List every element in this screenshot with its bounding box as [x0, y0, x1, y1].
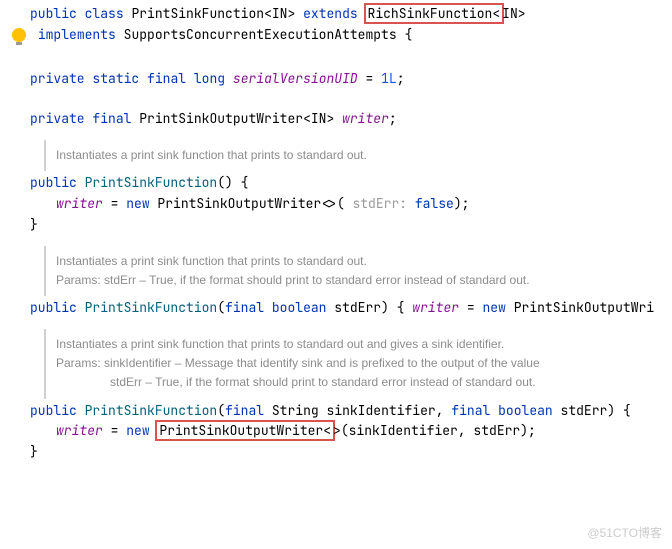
code-line-close-brace: }	[4, 215, 672, 236]
code-line-ctor0: public PrintSinkFunction() {	[4, 173, 672, 194]
javadoc-block: Instantiates a print sink function that …	[44, 140, 654, 171]
javadoc-params-label: Params:	[56, 356, 101, 370]
constructor-name: PrintSinkFunction	[85, 174, 218, 191]
code-line-class-decl: public class PrintSinkFunction<IN> exten…	[4, 4, 672, 25]
code-line-ctor2: public PrintSinkFunction(final String si…	[4, 401, 672, 422]
highlight-box-writer-type: PrintSinkOutputWriter<	[155, 420, 335, 441]
intention-bulb-icon[interactable]	[12, 28, 26, 42]
keyword-class: class	[85, 5, 124, 22]
class-name: PrintSinkFunction	[131, 5, 264, 22]
keyword-public: public	[30, 5, 77, 22]
gutter	[4, 25, 30, 49]
code-line-serialversion: private static final long serialVersionU…	[4, 69, 672, 90]
highlight-box-superclass: RichSinkFunction<	[364, 3, 505, 24]
javadoc-block: Instantiates a print sink function that …	[44, 329, 654, 399]
code-line-ctor1: public PrintSinkFunction(final boolean s…	[4, 298, 672, 319]
watermark-text: @51CTO博客	[587, 524, 662, 543]
code-line-close-brace: }	[4, 442, 672, 463]
javadoc-summary: Instantiates a print sink function that …	[56, 146, 654, 165]
javadoc-params-label: Params:	[56, 273, 101, 287]
code-line-ctor0-body: writer = new PrintSinkOutputWriter<>( st…	[4, 194, 672, 215]
generic-IN: IN	[272, 5, 288, 22]
javadoc-block: Instantiates a print sink function that …	[44, 246, 654, 296]
interface-name: SupportsConcurrentExecutionAttempts	[124, 26, 397, 43]
superclass-name: RichSinkFunction	[368, 5, 493, 22]
keyword-extends: extends	[303, 5, 358, 22]
javadoc-summary: Instantiates a print sink function that …	[56, 335, 654, 354]
parameter-hint: stdErr:	[352, 195, 407, 212]
blank-line	[4, 49, 672, 69]
keyword-implements: implements	[38, 26, 116, 43]
javadoc-summary: Instantiates a print sink function that …	[56, 252, 654, 271]
code-line-writer-field: private final PrintSinkOutputWriter<IN> …	[4, 109, 672, 130]
field-serialVersionUID: serialVersionUID	[233, 70, 358, 87]
blank-line	[4, 89, 672, 109]
code-line-ctor2-body: writer = new PrintSinkOutputWriter<>(sin…	[4, 421, 672, 442]
field-writer: writer	[334, 110, 389, 127]
code-line-implements: implements SupportsConcurrentExecutionAt…	[4, 25, 672, 49]
